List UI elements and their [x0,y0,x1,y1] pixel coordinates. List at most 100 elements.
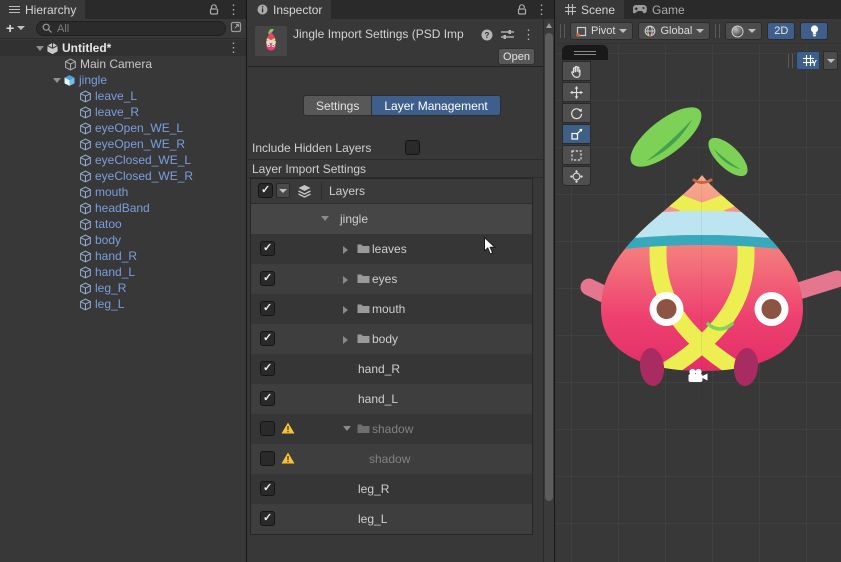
layer-row-shadow-group[interactable]: shadow [251,414,532,444]
layer-checkbox[interactable] [260,331,275,346]
hierarchy-row[interactable]: headBand [0,200,246,216]
hierarchy-row[interactable]: leg_L [0,296,246,312]
foldout-open-icon[interactable] [321,216,329,221]
include-hidden-layers-checkbox[interactable] [405,140,420,155]
layer-import-settings-header: Layer Import Settings [248,159,543,178]
checkbox-dropdown-button[interactable] [276,183,290,198]
kebab-menu-icon[interactable]: ⋮ [227,0,240,19]
foldout-open-icon[interactable] [50,77,63,83]
object-name: leg_L [95,297,125,311]
include-hidden-layers-label: Include Hidden Layers [252,141,372,155]
help-circle-icon[interactable]: ? [481,29,493,41]
grid-visibility-overlay: Y [788,51,838,70]
kebab-menu-icon[interactable]: ⋮ [522,25,535,44]
layer-checkbox[interactable] [260,361,275,376]
chevron-down-icon [17,26,26,30]
hierarchy-row[interactable]: mouth [0,184,246,200]
inspector-scrollbar[interactable] [543,19,554,562]
hierarchy-row[interactable]: eyeOpen_WE_R [0,136,246,152]
shading-mode-dropdown[interactable] [725,22,763,40]
foldout-open-icon[interactable] [33,45,46,51]
padlock-icon[interactable] [517,4,527,15]
layer-row-jingle[interactable]: jingle [251,204,532,234]
layer-checkbox[interactable] [260,301,275,316]
hierarchy-row-prefab[interactable]: jingle [0,72,246,88]
toolbar-grip-handle[interactable] [560,24,565,38]
grid-dropdown-button[interactable] [823,51,838,70]
layer-row-leg-l[interactable]: leg_L [251,504,532,534]
toolbar-grip-handle[interactable] [715,24,721,38]
global-dropdown[interactable]: Global [638,22,711,40]
grid-visibility-button[interactable]: Y [796,51,820,70]
object-name: body [95,233,122,247]
pivot-dropdown[interactable]: Pivot [570,22,634,40]
layer-row-shadow[interactable]: shadow [251,444,532,474]
open-button[interactable]: Open [498,48,535,65]
tab-game[interactable]: Game [624,0,694,19]
hierarchy-row[interactable]: leave_R [0,104,246,120]
padlock-icon[interactable] [209,4,219,15]
character-jingle[interactable] [556,85,841,405]
foldout-closed-icon[interactable] [343,246,348,254]
character-leaves [630,107,748,177]
hierarchy-row[interactable]: leave_L [0,88,246,104]
select-all-checkbox[interactable] [258,183,273,198]
hierarchy-row-scene[interactable]: Untitled* ⋮ [0,40,246,56]
layer-checkbox[interactable] [260,511,275,526]
scroll-up-arrow-icon[interactable] [546,23,552,28]
layer-checkbox[interactable] [260,271,275,286]
scene-viewport[interactable]: Y [556,44,841,562]
foldout-closed-icon[interactable] [343,306,348,314]
tab-inspector[interactable]: Inspector [248,0,332,19]
lighting-toggle-button[interactable] [800,22,829,40]
foldout-closed-icon[interactable] [343,336,348,344]
kebab-menu-icon[interactable]: ⋮ [227,40,240,56]
object-name: tatoo [95,217,122,231]
foldout-closed-icon[interactable] [343,276,348,284]
scrollbar-thumb[interactable] [545,33,553,501]
hierarchy-row[interactable]: tatoo [0,216,246,232]
layer-row-eyes[interactable]: eyes [251,264,532,294]
magnifier-icon [42,23,52,33]
overlay-drag-handle[interactable] [562,45,608,60]
gameobject-cube-icon [79,249,95,263]
chevron-down-icon [279,188,287,193]
overlay-grip-handle[interactable] [788,53,793,68]
layer-row-mouth[interactable]: mouth [251,294,532,324]
layer-row-hand-l[interactable]: hand_L [251,384,532,414]
tool-view-hand[interactable] [562,61,591,81]
hierarchy-row[interactable]: hand_R [0,248,246,264]
tab-hierarchy[interactable]: Hierarchy [0,0,86,19]
open-in-window-icon[interactable] [230,21,242,33]
hierarchy-row[interactable]: hand_L [0,264,246,280]
hierarchy-row[interactable]: Main Camera [0,56,246,72]
tab-layer-management[interactable]: Layer Management [372,95,501,116]
layer-row-hand-r[interactable]: hand_R [251,354,532,384]
kebab-menu-icon[interactable]: ⋮ [535,0,548,19]
hierarchy-row[interactable]: body [0,232,246,248]
hierarchy-row[interactable]: eyeClosed_WE_L [0,152,246,168]
hierarchy-row[interactable]: leg_R [0,280,246,296]
layer-checkbox[interactable] [260,421,275,436]
layer-checkbox[interactable] [260,481,275,496]
shaded-sphere-icon [731,25,744,37]
add-object-button[interactable]: + [6,20,26,36]
presets-sliders-icon[interactable] [501,29,514,40]
object-name: eyeClosed_WE_L [95,153,192,167]
layer-checkbox[interactable] [260,391,275,406]
foldout-open-icon[interactable] [343,426,351,431]
tab-settings[interactable]: Settings [303,95,373,116]
tab-scene[interactable]: Scene [556,0,625,19]
layer-row-body[interactable]: body [251,324,532,354]
warning-triangle-icon [281,452,295,467]
hierarchy-row[interactable]: eyeClosed_WE_R [0,168,246,184]
hierarchy-tree: Untitled* ⋮ Main Camera jingle leave_L l… [0,40,246,312]
2d-toggle-button[interactable]: 2D [767,22,796,40]
object-name: leave_L [95,89,138,103]
hierarchy-toolbar: + All [0,19,246,39]
layer-checkbox[interactable] [260,241,275,256]
layer-checkbox[interactable] [260,451,275,466]
hierarchy-row[interactable]: eyeOpen_WE_L [0,120,246,136]
layer-row-leg-r[interactable]: leg_R [251,474,532,504]
search-input[interactable]: All [36,21,226,36]
